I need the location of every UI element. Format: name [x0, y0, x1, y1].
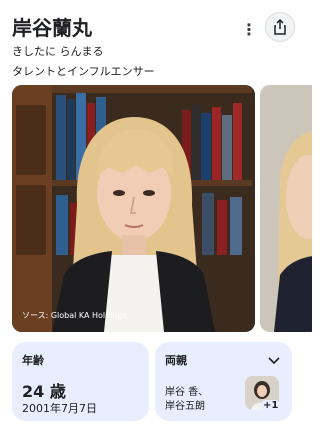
- parents-names: 岸谷 香、 岸谷五朗: [165, 386, 208, 414]
- parents-label: 両親: [165, 354, 187, 367]
- birth-date: 2001年7月7日: [22, 402, 97, 415]
- age-card[interactable]: 年齢 24 歳 2001年7月7日: [12, 342, 149, 421]
- knowledge-panel-header: 岸谷蘭丸 きしたに らんまる タレントとインフルエンサー ⋮: [0, 0, 300, 80]
- image-gallery[interactable]: ソース: Global KA Holdings: [12, 85, 312, 332]
- share-button[interactable]: [265, 12, 295, 42]
- parents-card[interactable]: 両親 岸谷 香、 岸谷五朗 +1: [155, 342, 292, 421]
- more-options-button[interactable]: ⋮: [236, 16, 262, 42]
- secondary-photo[interactable]: [260, 85, 312, 332]
- main-photo[interactable]: ソース: Global KA Holdings: [12, 85, 255, 332]
- more-parents-count: +1: [261, 400, 281, 411]
- entity-title: 岸谷蘭丸: [12, 16, 92, 40]
- parent-name-1[interactable]: 岸谷 香、: [165, 386, 208, 400]
- portrait-image-2: [260, 85, 312, 332]
- chevron-down-icon[interactable]: [266, 352, 282, 368]
- parent-name-2[interactable]: 岸谷五朗: [165, 400, 208, 414]
- age-value: 24 歳: [22, 382, 66, 401]
- image-source-caption: ソース: Global KA Holdings: [22, 311, 127, 320]
- entity-subtitle: タレントとインフルエンサー: [12, 65, 155, 78]
- age-label: 年齢: [22, 354, 44, 367]
- share-icon: [274, 19, 286, 35]
- entity-reading: きしたに らんまる: [12, 45, 104, 58]
- portrait-image: [12, 85, 255, 332]
- more-vert-icon: ⋮: [241, 19, 257, 39]
